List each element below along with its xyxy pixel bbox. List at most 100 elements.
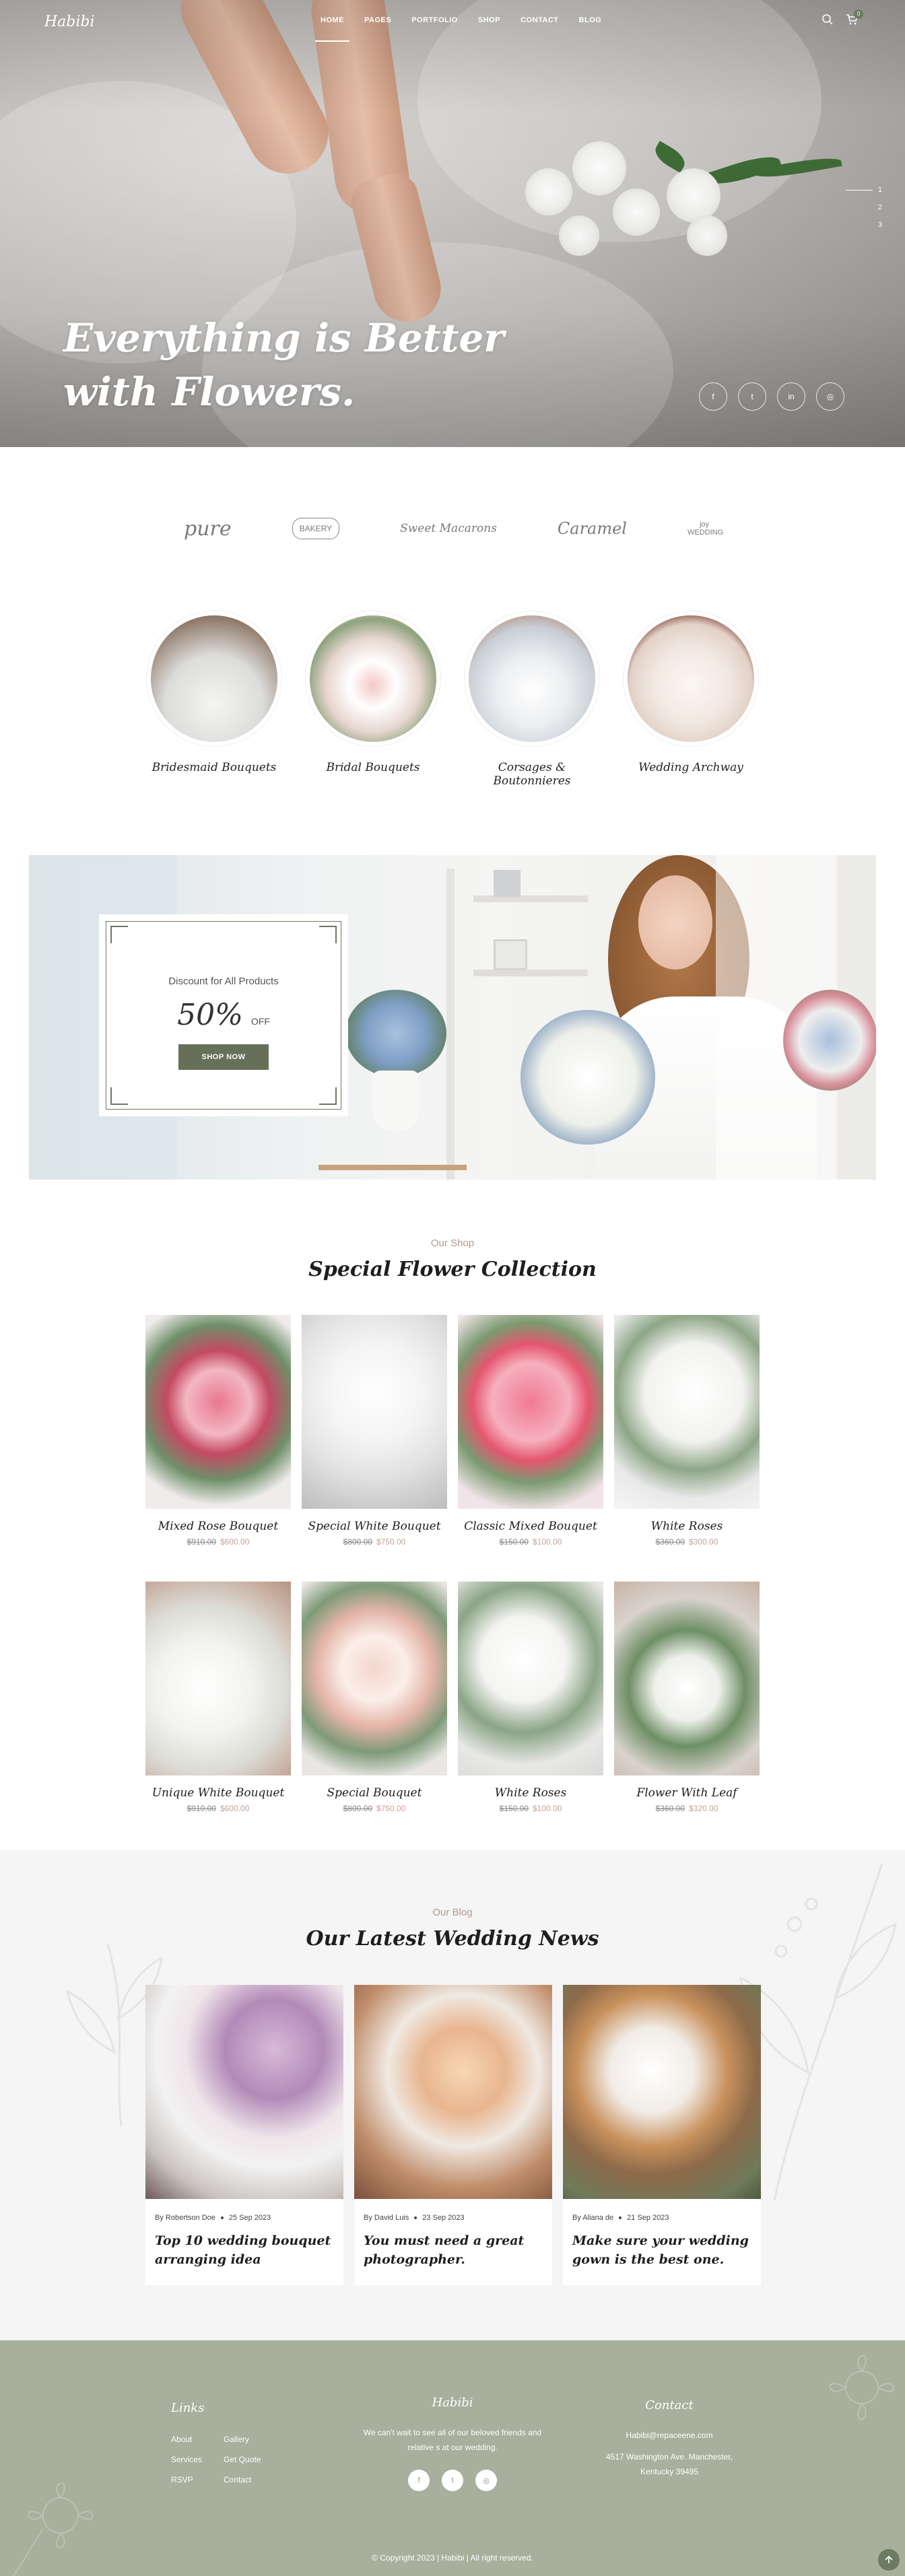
footer-link-contact[interactable]: Contact [224, 2475, 251, 2484]
facebook-icon[interactable]: f [699, 382, 727, 411]
slide-2[interactable]: 2 [878, 203, 882, 211]
blog-post-card[interactable]: By Aliana de 21 Sep 2023 Make sure your w… [563, 1985, 761, 2285]
nav-contact[interactable]: CONTACT [521, 16, 558, 24]
blog-grid: By Robertson Doe 25 Sep 2023 Top 10 weddi… [145, 1985, 761, 2285]
brand-logo-joy-wedding: joy WEDDING [687, 520, 724, 537]
slide-3[interactable]: 3 [878, 221, 882, 229]
old-price: $800.00 [343, 1804, 372, 1813]
copyright: © Copyright 2023 | Habibi | All right re… [372, 2553, 533, 2563]
slide-1[interactable]: 1 [845, 186, 882, 194]
product-name: Special Bouquet [327, 1786, 422, 1800]
product-card[interactable]: Classic Mixed Bouquet $150.00 $100.00 [458, 1315, 603, 1547]
brand-logo-caramel: Caramel [557, 519, 627, 538]
product-name: White Roses [494, 1786, 567, 1800]
hero-title-line1: Everything is Better [63, 315, 504, 361]
new-price: $100.00 [533, 1804, 562, 1813]
main-nav: Habibi HOME PAGES PORTFOLIO SHOP CONTACT… [0, 0, 905, 47]
product-price: $360.00 $300.00 [614, 1537, 760, 1547]
post-date: 25 Sep 2023 [228, 2214, 271, 2222]
blog-post-meta: By Robertson Doe 25 Sep 2023 [155, 2214, 334, 2222]
blog-title: Our Latest Wedding News [306, 1927, 599, 1951]
site-logo[interactable]: Habibi [44, 13, 95, 30]
category-name: Bridal Bouquets [326, 761, 420, 774]
bride-bouquet [521, 1010, 655, 1145]
post-title[interactable]: Make sure your wedding gown is the best … [572, 2231, 751, 2269]
shelf [473, 970, 588, 976]
category-name: Bridesmaid Bouquets [152, 761, 277, 774]
category-image [306, 611, 440, 746]
footer-brand-text: We can't wait to see all of our beloved … [363, 2428, 542, 2452]
category-bridal-bouquets[interactable]: Bridal Bouquets [306, 611, 440, 788]
product-image [145, 1315, 291, 1509]
linkedin-icon[interactable]: in [777, 382, 805, 411]
footer-link-rsvp[interactable]: RSVP [171, 2475, 193, 2484]
product-image [302, 1315, 447, 1509]
vase-flowers [345, 990, 446, 1077]
new-price: $600.00 [220, 1537, 250, 1547]
frame [494, 939, 527, 970]
product-card[interactable]: Special White Bouquet $800.00 $750.00 [302, 1315, 447, 1547]
search-icon[interactable] [822, 13, 834, 26]
nav-blog[interactable]: BLOG [579, 16, 602, 24]
promo-percent: 50% [177, 998, 243, 1032]
post-title[interactable]: You must need a great photographer. [364, 2231, 543, 2269]
twitter-icon[interactable]: t [442, 2470, 463, 2491]
old-price: $910.00 [187, 1537, 216, 1547]
blog-post-card[interactable]: By Robertson Doe 25 Sep 2023 Top 10 weddi… [145, 1985, 343, 2285]
meta-separator [619, 2216, 622, 2219]
promo-banner: Discount for All Products 50% OFF SHOP N… [29, 855, 876, 1180]
menu: HOME PAGES PORTFOLIO SHOP CONTACT BLOG [315, 16, 602, 42]
active-slide-line [845, 189, 873, 191]
shop-now-button[interactable]: SHOP NOW [178, 1044, 269, 1070]
shelf-post [446, 869, 455, 1180]
cart-icon[interactable]: 0 [846, 9, 863, 26]
hero-socials: f t in ◎ [699, 382, 844, 411]
new-price: $300.00 [689, 1537, 718, 1547]
nav-icons: 0 [822, 9, 863, 26]
product-card[interactable]: Special Bouquet $800.00 $750.00 [302, 1582, 447, 1813]
post-title[interactable]: Top 10 wedding bouquet arranging idea [155, 2231, 334, 2269]
category-wedding-archway[interactable]: Wedding Archway [624, 611, 758, 788]
footer-contact-title: Contact [645, 2398, 694, 2412]
blog-post-image [563, 1985, 761, 2199]
nav-pages[interactable]: PAGES [364, 16, 391, 24]
twitter-icon[interactable]: t [738, 382, 766, 411]
promo-off: OFF [250, 1016, 270, 1027]
footer-email[interactable]: Habibi@repaceene.com [562, 2428, 777, 2443]
instagram-icon[interactable]: ◎ [816, 382, 844, 411]
ornament-corner [110, 926, 128, 943]
footer-link-get-quote[interactable]: Get Quote [224, 2455, 261, 2464]
ornament-corner [319, 1087, 337, 1105]
footer-address: 4517 Washington Ave. Manchester, Kentuck… [605, 2452, 733, 2476]
blog-post-body: By Robertson Doe 25 Sep 2023 Top 10 weddi… [145, 2199, 343, 2285]
product-image [614, 1315, 760, 1509]
product-card[interactable]: Mixed Rose Bouquet $910.00 $600.00 [145, 1315, 291, 1547]
meta-separator [414, 2216, 417, 2219]
category-image [147, 611, 281, 746]
post-author: By David Luis [364, 2214, 409, 2222]
footer-link-about[interactable]: About [171, 2435, 192, 2444]
product-price: $800.00 $750.00 [302, 1804, 447, 1813]
product-card[interactable]: White Roses $360.00 $300.00 [614, 1315, 760, 1547]
nav-shop[interactable]: SHOP [478, 16, 500, 24]
category-corsages[interactable]: Corsages & Boutonnieres [465, 611, 599, 788]
arrow-up-icon [885, 2555, 893, 2563]
table [319, 1165, 467, 1170]
product-card[interactable]: White Roses $150.00 $100.00 [458, 1582, 603, 1813]
facebook-icon[interactable]: f [408, 2470, 430, 2491]
brand-logo-bakery: BAKERY [292, 518, 340, 539]
nav-home[interactable]: HOME [315, 16, 349, 42]
footer-link-gallery[interactable]: Gallery [224, 2435, 249, 2444]
product-card[interactable]: Unique White Bouquet $910.00 $600.00 [145, 1582, 291, 1813]
promo-card: Discount for All Products 50% OFF SHOP N… [99, 914, 348, 1116]
product-name: Flower With Leaf [636, 1786, 737, 1800]
footer-link-services[interactable]: Services [171, 2455, 202, 2464]
category-bridesmaid-bouquets[interactable]: Bridesmaid Bouquets [147, 611, 281, 788]
blog-post-card[interactable]: By David Luis 23 Sep 2023 You must need a… [354, 1985, 552, 2285]
instagram-icon[interactable]: ◎ [475, 2470, 497, 2491]
nav-portfolio[interactable]: PORTFOLIO [411, 16, 458, 24]
scroll-to-top-button[interactable] [878, 2549, 900, 2571]
old-price: $360.00 [655, 1804, 685, 1813]
product-card[interactable]: Flower With Leaf $360.00 $320.00 [614, 1582, 760, 1813]
blog-post-meta: By Aliana de 21 Sep 2023 [572, 2214, 751, 2222]
